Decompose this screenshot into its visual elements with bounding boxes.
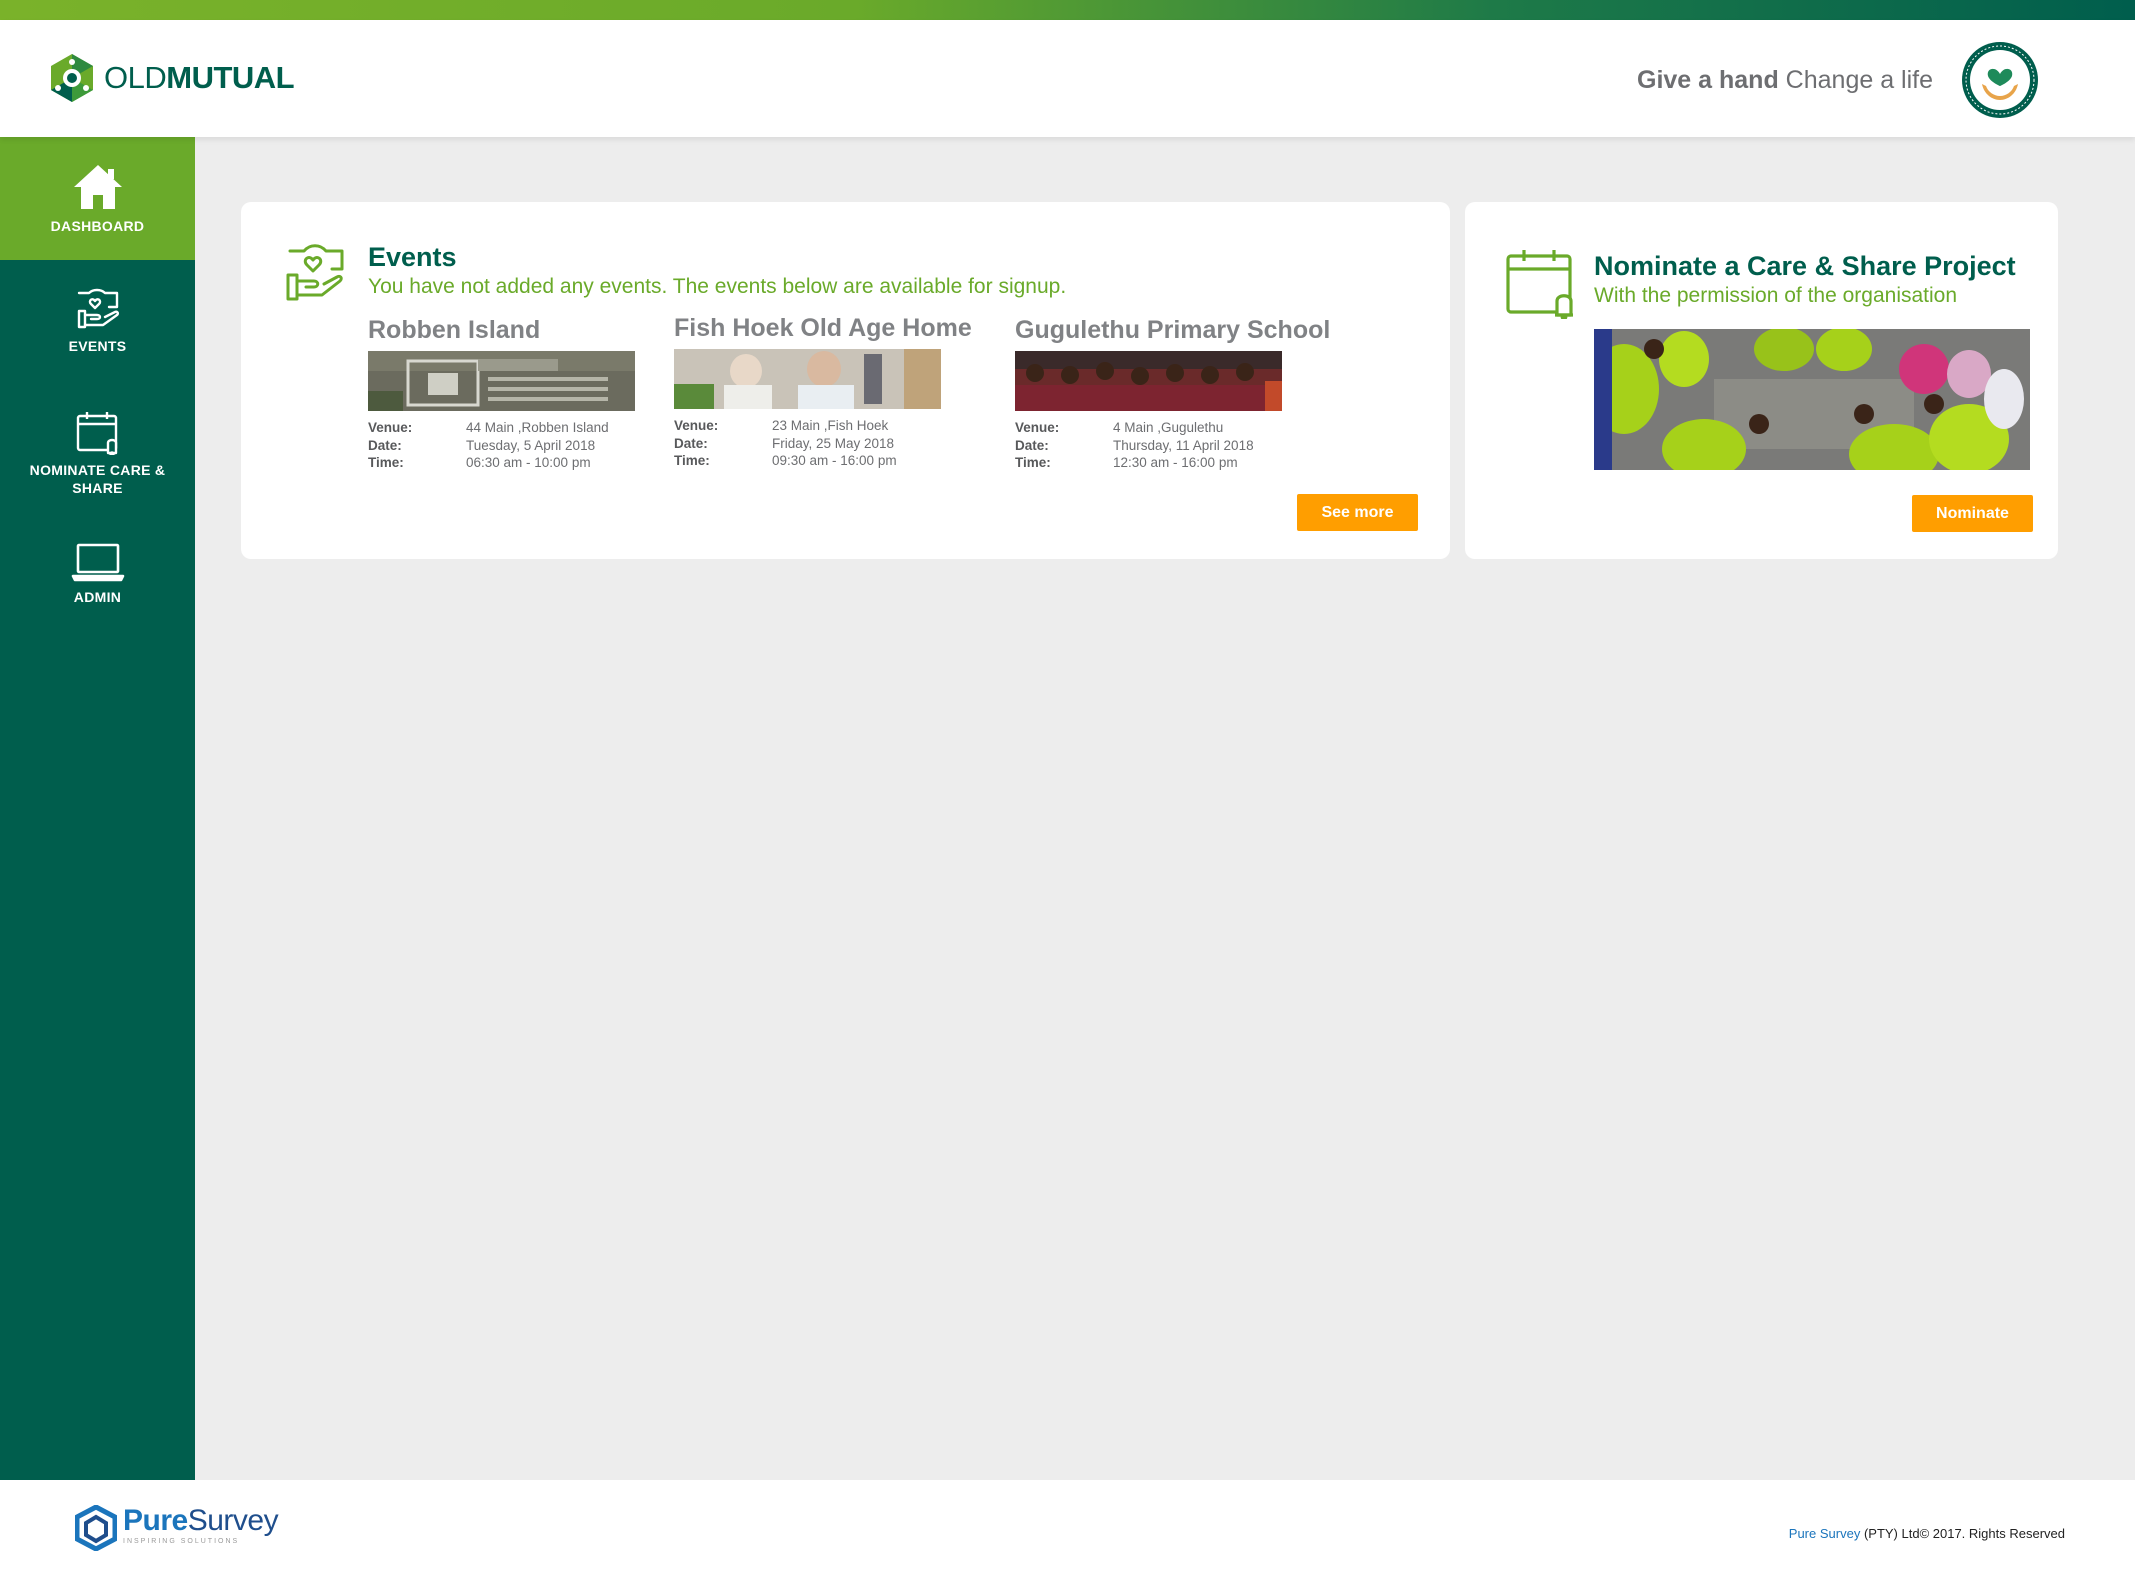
time-value: 06:30 am - 10:00 pm [466, 455, 591, 470]
old-mutual-wordmark: OLDMUTUAL [104, 60, 295, 96]
time-label: Time: [368, 455, 404, 470]
pure-survey-logo-icon [75, 1505, 117, 1551]
date-label: Date: [368, 437, 402, 453]
venue-value: 44 Main ,Robben Island [466, 420, 609, 435]
logo-pure-text: Pure [123, 1504, 188, 1537]
give-a-hand-seal-icon [1962, 42, 2038, 118]
hand-heart-icon [77, 288, 119, 329]
tagline: Give a hand Change a life [1637, 66, 1933, 95]
venue-value: 23 Main ,Fish Hoek [772, 418, 889, 433]
events-subtitle: You have not added any events. The event… [368, 275, 1067, 298]
tagline-bold: Give a hand [1637, 66, 1779, 94]
event-image[interactable] [1015, 351, 1282, 411]
sidebar: DASHBOARD EVENTS NOMINATE CARE & SHARE A… [0, 137, 195, 1480]
pure-survey-logo[interactable]: PureSurvey INSPIRING SOLUTIONS [75, 1504, 279, 1551]
sidebar-item-events[interactable]: EVENTS [0, 285, 195, 385]
sidebar-item-label: EVENTS [68, 338, 127, 354]
event-image[interactable] [674, 349, 941, 409]
sidebar-item-dashboard[interactable]: DASHBOARD [0, 137, 195, 260]
old-mutual-logo[interactable]: OLDMUTUAL [48, 52, 295, 104]
event-name[interactable]: Gugulethu Primary School [1015, 316, 1330, 345]
old-mutual-logo-icon [51, 54, 93, 102]
copyright-text: (PTY) Ltd© 2017. Rights Reserved [1860, 1526, 2065, 1541]
calendar-bell-icon [1506, 250, 1573, 319]
footer: PureSurvey INSPIRING SOLUTIONS Pure Surv… [0, 1480, 2135, 1584]
event-name[interactable]: Fish Hoek Old Age Home [674, 314, 974, 343]
venue-label: Venue: [1015, 420, 1060, 435]
laptop-icon [71, 543, 124, 582]
copyright: Pure Survey (PTY) Ltd© 2017. Rights Rese… [1789, 1526, 2065, 1541]
events-card: Events You have not added any events. Th… [241, 202, 1450, 559]
pure-survey-tagline: INSPIRING SOLUTIONS [123, 1538, 240, 1545]
copyright-brand-link[interactable]: Pure Survey [1789, 1526, 1861, 1541]
nominate-subtitle: With the permission of the organisation [1594, 284, 1958, 307]
sidebar-item-label: NOMINATE CARE & [29, 462, 166, 478]
logo-survey-text: Survey [187, 1504, 279, 1537]
date-label: Date: [1015, 437, 1049, 453]
date-value: Tuesday, 5 April 2018 [466, 437, 596, 453]
time-label: Time: [674, 453, 710, 468]
home-icon [73, 165, 122, 209]
top-accent-bar [0, 0, 2135, 20]
sidebar-item-nominate[interactable]: NOMINATE CARE & SHARE [0, 409, 195, 519]
venue-value: 4 Main ,Gugulethu [1113, 420, 1224, 435]
logo-old-text: OLD [104, 60, 167, 95]
main-content: Events You have not added any events. Th… [195, 137, 2135, 1480]
logo-mutual-text: MUTUAL [166, 60, 295, 95]
see-more-button[interactable]: See more [1297, 494, 1418, 531]
event-details: Venue: 4 Main ,Gugulethu Date: Thursday, 1… [1015, 419, 1315, 472]
pure-survey-wordmark: PureSurvey [123, 1504, 279, 1537]
event-name[interactable]: Robben Island [368, 316, 668, 345]
event-image[interactable] [368, 351, 635, 411]
tagline-rest: Change a life [1785, 66, 1933, 94]
date-value: Thursday, 11 April 2018 [1113, 437, 1254, 453]
sidebar-item-label-line2: SHARE [72, 480, 123, 496]
event-details: Venue: 23 Main ,Fish Hoek Date: Friday, 25… [674, 417, 974, 470]
venue-label: Venue: [674, 418, 719, 433]
sidebar-item-label: DASHBOARD [50, 218, 145, 234]
hand-heart-icon [286, 244, 344, 301]
event-item-gugulethu[interactable]: Gugulethu Primary School Venue: 4 Main ,G… [1015, 316, 1330, 472]
nominate-title: Nominate a Care & Share Project [1594, 251, 2016, 281]
sidebar-item-admin[interactable]: ADMIN [0, 542, 195, 622]
nominate-card: Nominate a Care & Share Project With the… [1465, 202, 2058, 559]
venue-label: Venue: [368, 420, 413, 435]
events-title: Events [368, 242, 457, 272]
time-value: 09:30 am - 16:00 pm [772, 453, 897, 468]
sidebar-item-label: ADMIN [73, 589, 122, 605]
event-item-robben-island[interactable]: Robben Island Venue: 44 Main ,Robben Isla… [368, 316, 668, 472]
time-label: Time: [1015, 455, 1051, 470]
date-label: Date: [674, 435, 708, 451]
calendar-bell-icon [76, 412, 117, 455]
nominate-image [1594, 329, 2030, 470]
time-value: 12:30 am - 16:00 pm [1113, 455, 1238, 470]
nominate-button[interactable]: Nominate [1912, 495, 2033, 532]
event-item-fish-hoek[interactable]: Fish Hoek Old Age Home Venue: 23 Main ,Fi… [674, 314, 974, 470]
date-value: Friday, 25 May 2018 [772, 435, 895, 451]
app-header: OLDMUTUAL Give a hand Change a life [0, 20, 2135, 137]
event-details: Venue: 44 Main ,Robben Island Date: Tuesda… [368, 419, 668, 472]
